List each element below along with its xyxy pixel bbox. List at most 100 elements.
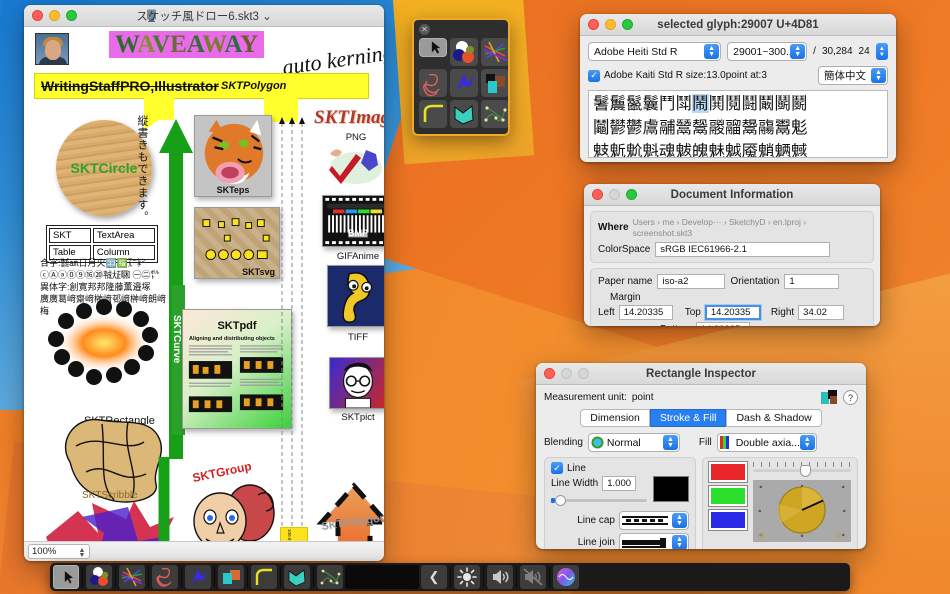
rectangle-inspector-controls[interactable] — [536, 368, 589, 379]
glyph-run[interactable]: 鬨鬩鬪鬫鬬鬭 — [709, 94, 808, 113]
dock[interactable]: ❮ — [50, 563, 850, 591]
close-button[interactable] — [544, 368, 555, 379]
color-panel-icon[interactable] — [821, 390, 838, 405]
kaiti-checkbox[interactable]: ✓ — [588, 69, 600, 82]
glyph-row[interactable]: 鬐鬞鬣鬤鬥鬦鬧鬨鬩鬪鬫鬬鬭 — [593, 92, 883, 116]
tab-stroke-fill[interactable]: Stroke & Fill — [649, 409, 727, 427]
document-information-window[interactable]: Document Information Where Users › me › … — [584, 184, 880, 326]
dock-volume-mute[interactable] — [520, 565, 546, 589]
language-select[interactable]: 簡体中文 ▲ ▼ — [818, 66, 888, 85]
palette-lines-tool[interactable] — [481, 38, 508, 66]
title-chevron-icon[interactable]: ⌄ — [262, 11, 272, 23]
palette-polygon-tool[interactable] — [450, 100, 478, 128]
dock-path-points-tool[interactable] — [317, 565, 343, 589]
gradient-slider-thumb[interactable] — [800, 465, 812, 477]
line-width-field[interactable]: 1.000 — [602, 476, 637, 491]
breadcrumb-item[interactable]: me — [662, 217, 674, 227]
drawing-canvas[interactable]: WAVEAWAY auto kerning WritingStaffPRO,Il… — [24, 27, 384, 541]
font-select[interactable]: Adobe Heiti Std R ▲ ▼ — [588, 42, 722, 61]
close-button[interactable] — [588, 19, 599, 30]
chevron-updown-icon[interactable]: ▲ ▼ — [790, 44, 806, 59]
fill-swatch-blue[interactable] — [708, 509, 748, 531]
thumb-sktpict[interactable] — [329, 357, 384, 409]
zoom-level-control[interactable]: 100% ▲ ▼ — [28, 544, 90, 559]
minimize-button[interactable] — [609, 189, 620, 200]
paper-name-field[interactable]: iso-a2 — [657, 274, 726, 289]
fill-swatch-stack[interactable] — [708, 461, 748, 549]
gradient-slider[interactable] — [753, 462, 851, 477]
dock-polygon-tool[interactable] — [284, 565, 310, 589]
breadcrumb-item[interactable]: en.lproj — [773, 217, 801, 227]
glyph-window-titlebar[interactable]: selected glyph:29007 U+4D81 — [580, 14, 896, 36]
dock-bezier-tool[interactable] — [185, 565, 211, 589]
chevron-updown-icon[interactable]: ▲ ▼ — [672, 535, 687, 549]
orientation-field[interactable]: 1 — [784, 274, 840, 289]
margin-top-field[interactable]: 14.20335 — [704, 305, 761, 320]
thumb-png[interactable] — [324, 142, 384, 186]
fill-swatch-red[interactable] — [708, 461, 748, 483]
glyph-run[interactable]: 鬐鬞鬣鬤鬥鬦 — [593, 94, 692, 113]
chevron-updown-icon[interactable]: ▲ ▼ — [704, 44, 720, 59]
zoom-button[interactable] — [622, 19, 633, 30]
line-checkbox[interactable]: ✓ — [551, 462, 563, 474]
palette-bezier-tool[interactable] — [450, 69, 478, 97]
palette-path-points-tool[interactable] — [481, 100, 508, 128]
dock-siri[interactable] — [553, 565, 579, 589]
palette-arrow-select-tool[interactable] — [419, 38, 447, 57]
chevron-updown-icon[interactable]: ▲ ▼ — [799, 435, 815, 450]
glyph-window-controls[interactable] — [580, 19, 633, 30]
minimize-button[interactable] — [49, 10, 60, 21]
drawing-window[interactable]: スケッチ風ドロー6.skt3 ⌄ WAVEAWAY auto kerning W… — [24, 5, 384, 561]
breadcrumb[interactable]: Users › me › Develop⋯ › SketchyD › en.lp… — [633, 217, 866, 238]
drawing-window-titlebar[interactable]: スケッチ風ドロー6.skt3 ⌄ — [24, 5, 384, 27]
colorspace-field[interactable]: sRGB IEC61966-2.1 — [655, 242, 831, 257]
line-cap-select[interactable]: ▲ ▼ — [619, 511, 689, 530]
dock-scribble-tool[interactable] — [152, 565, 178, 589]
glyph-selected[interactable]: 鬧 — [692, 94, 709, 113]
dock-brightness[interactable] — [454, 565, 480, 589]
window-controls[interactable] — [24, 10, 77, 21]
margin-right-field[interactable]: 34.02 — [798, 305, 845, 320]
chevron-updown-icon[interactable]: ▲ ▼ — [672, 513, 687, 528]
palette-tool-grid[interactable] — [419, 38, 508, 128]
zoom-button[interactable] — [578, 368, 589, 379]
close-button[interactable] — [32, 10, 43, 21]
dock-curve-tool[interactable] — [251, 565, 277, 589]
chevron-updown-icon[interactable]: ▲ ▼ — [662, 435, 678, 450]
thumb-sktsvg[interactable]: SKTsvg — [194, 207, 280, 279]
thumb-tiff[interactable] — [327, 265, 384, 327]
zoom-stepper-icon[interactable]: ▲ ▼ — [76, 546, 88, 559]
dock-back-chevron[interactable]: ❮ — [421, 565, 447, 589]
tab-dimension[interactable]: Dimension — [580, 409, 650, 427]
palette-scribble-tool[interactable] — [419, 69, 447, 97]
fill-swatch-green[interactable] — [708, 485, 748, 507]
minimize-button[interactable] — [605, 19, 616, 30]
palette-rectangle-tool[interactable] — [481, 69, 508, 97]
thumb-skteps[interactable]: SKTeps — [194, 115, 272, 197]
dock-color-circles-tool[interactable] — [86, 565, 112, 589]
document-information-titlebar[interactable]: Document Information — [584, 184, 880, 206]
glyph-count-stepper[interactable]: ▲ ▼ — [875, 43, 888, 60]
range-select[interactable]: 29001~300... ▲ ▼ — [727, 42, 808, 61]
thumb-bmp[interactable]: BMP — [322, 195, 384, 247]
breadcrumb-item[interactable]: Develop⋯ — [682, 217, 722, 227]
rectangle-inspector-titlebar[interactable]: Rectangle Inspector — [536, 363, 866, 385]
slider-thumb[interactable] — [555, 495, 566, 506]
tool-palette[interactable]: ✕ — [412, 18, 510, 136]
angle-knob-control[interactable]: C C — [753, 480, 851, 542]
minimize-button[interactable] — [561, 368, 572, 379]
margin-bottom-field[interactable]: 14.20335 — [695, 322, 750, 326]
breadcrumb-item[interactable]: SketchyD — [729, 217, 765, 227]
rectangle-inspector-window[interactable]: Rectangle Inspector Measurement unit: po… — [536, 363, 866, 549]
dock-lines-tool[interactable] — [119, 565, 145, 589]
palette-color-circles-tool[interactable] — [450, 38, 478, 66]
close-button[interactable] — [592, 189, 603, 200]
stroke-color-swatch[interactable] — [653, 476, 689, 502]
dock-volume-up[interactable] — [487, 565, 513, 589]
breadcrumb-item[interactable]: screenshot.skt3 — [633, 228, 693, 238]
palette-close-icon[interactable]: ✕ — [419, 24, 430, 35]
glyph-grid[interactable]: 鬐鬞鬣鬤鬥鬦鬧鬨鬩鬪鬫鬬鬭 鬮鬰鬱鬳鬴鬵鬶鬷鬸鬹鬺鬻鬽 鬾鬿魀魁魂魃魄魅魆魇魈魉… — [588, 90, 888, 158]
dock-arrow-select-tool[interactable] — [53, 565, 79, 589]
dock-rectangle-tool[interactable] — [218, 565, 244, 589]
glyph-row[interactable]: 鬾鬿魀魁魂魃魄魅魆魇魈魉魊 — [593, 140, 883, 157]
